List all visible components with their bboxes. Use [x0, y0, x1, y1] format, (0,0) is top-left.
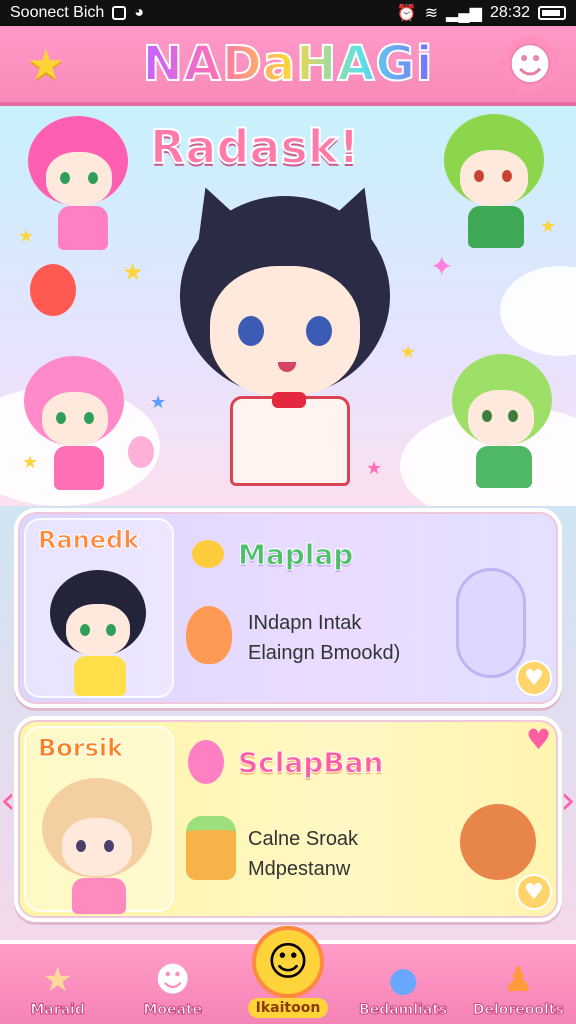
sparkle-icon: ★ — [366, 458, 383, 479]
sparkle-icon: ★ — [22, 452, 39, 473]
carrier-label: Soonect Bich — [10, 4, 105, 21]
chevron-left-icon[interactable]: ‹ — [0, 770, 16, 830]
feature-card-1[interactable]: Ranedk Maplap INdapn Intak Elaingn Bmook… — [14, 508, 562, 708]
time-label: 28:32 — [489, 4, 530, 21]
star-icon[interactable]: ★ — [18, 36, 74, 92]
card-2-label: Borsik — [37, 734, 124, 763]
nav-item-moeate[interactable]: ☻ Moeate — [119, 958, 227, 1019]
chevron-right-icon[interactable]: › — [560, 770, 576, 830]
nav-label: Maraid — [30, 1002, 86, 1019]
star-icon: ★ — [42, 960, 73, 1000]
card-2-line-1: Calne Sroak — [248, 828, 359, 850]
wifi-icon: ≋ — [424, 5, 438, 22]
card-1-label: Ranedk — [37, 526, 140, 555]
card-2-heading: SclapBan — [237, 746, 384, 780]
signal-icon: ▂▄▆ — [446, 5, 482, 22]
ghost-icon: ☻ — [155, 960, 191, 1000]
nav-label: Ikaitoon — [247, 998, 329, 1018]
sparkle-icon: ★ — [400, 342, 417, 363]
sparkle-icon: ★ — [18, 226, 35, 247]
alarm-icon: ⏰ — [396, 5, 417, 22]
card-2-line-2: Mdpestanw — [248, 858, 351, 880]
blonde-chibi — [42, 778, 162, 918]
battery-icon — [538, 6, 566, 20]
heart-icon[interactable]: ♥ — [516, 874, 552, 910]
card-1-line-1: INdapn Intak — [248, 612, 362, 634]
sparkle-icon: ✦ — [430, 250, 454, 283]
mini-chibi-icon — [188, 740, 224, 784]
card-1-heading: Maplap — [237, 538, 354, 572]
sparkle-icon: ★ — [150, 392, 167, 413]
card-1-line-2: Elaingn Bmookd) — [248, 642, 401, 664]
nav-label: Deloreoolts — [472, 1002, 564, 1019]
pink-hair-chibi — [28, 116, 138, 256]
heart-icon: ♥ — [526, 723, 552, 756]
nav-label: Bedamliats — [358, 1002, 448, 1019]
sparkle-icon: ★ — [122, 258, 144, 286]
figure-icon: ♟ — [503, 960, 534, 1000]
app-notification-icon: ◕ — [134, 4, 144, 21]
status-bar: Soonect Bich ◕ ⏰ ≋ ▂▄▆ 28:32 — [0, 0, 576, 26]
heart-icon[interactable]: ♥ — [516, 660, 552, 696]
nav-item-ikaitoon[interactable]: ☺ Ikaitoon — [234, 926, 342, 1018]
fox-mascot-icon — [460, 804, 536, 880]
nav-item-maraid[interactable]: ★ Maraid — [4, 958, 112, 1019]
hero-subtitle: Radask! — [149, 119, 360, 175]
cupcake-icon — [186, 816, 236, 880]
bear-ear-chibi — [446, 354, 556, 494]
notification-icon — [112, 6, 127, 20]
app-header: ★ NADaHAGi ☻ — [0, 26, 576, 106]
nav-item-bedamliats[interactable]: ● Bedamliats — [349, 958, 457, 1019]
balloon-icon — [128, 436, 154, 468]
app-title: NADaHAGi — [142, 35, 434, 93]
main-chibi-character — [160, 178, 410, 496]
ghost-icon[interactable]: ☻ — [501, 36, 558, 92]
orange-blob-icon — [186, 606, 232, 664]
balloon-icon — [30, 264, 76, 316]
seahorse-mascot-icon — [456, 568, 526, 678]
feature-card-2[interactable]: Borsik SclapBan Calne Sroak Mdpestanw ♥ … — [14, 716, 562, 922]
dark-hair-chibi — [50, 570, 150, 700]
avatar-icon: ☺ — [251, 926, 324, 998]
hero-banner: Radask! ★ ★ ✦ ★ ★ ★ ★ ★ — [0, 106, 576, 506]
sparkle-icon: ★ — [540, 216, 557, 237]
nav-item-deloreoolts[interactable]: ♟ Deloreoolts — [464, 958, 572, 1019]
speech-bubble-icon — [192, 540, 224, 568]
pink-curly-chibi — [24, 356, 134, 496]
nav-label: Moeate — [143, 1002, 203, 1019]
blob-icon: ● — [388, 960, 418, 1000]
bottom-navigation: ★ Maraid ☻ Moeate ☺ Ikaitoon ● Bedamliat… — [0, 926, 576, 1024]
